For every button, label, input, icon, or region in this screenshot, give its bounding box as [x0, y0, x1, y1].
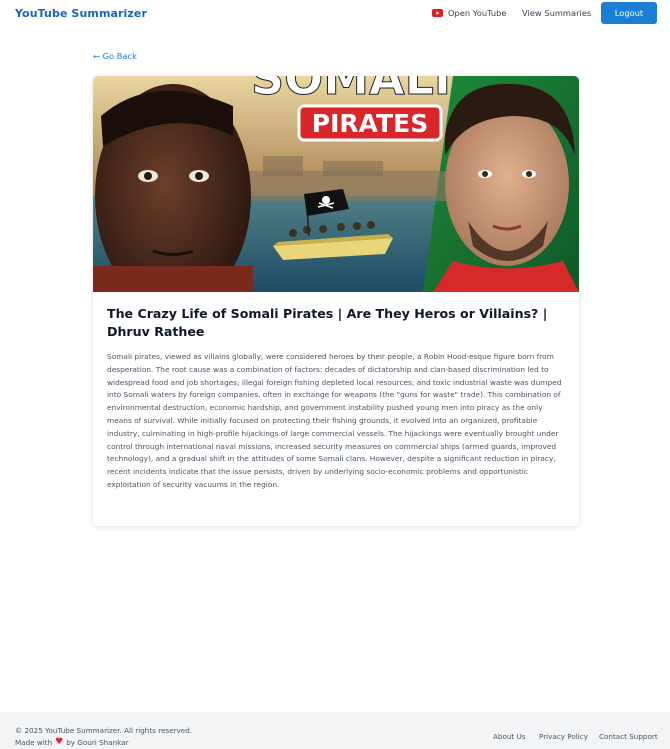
video-title: The Crazy Life of Somali Pirates | Are T…: [107, 306, 548, 339]
video-summary: Somali pirates, viewed as villains globa…: [107, 352, 562, 489]
go-back-link[interactable]: ← Go Back: [93, 51, 137, 61]
svg-text:SOMALI: SOMALI: [251, 76, 451, 105]
top-navbar: YouTube Summarizer Open YouTube View Sum…: [0, 0, 670, 31]
heart-icon: ♥: [55, 737, 64, 747]
made-with-credit: Made with ♥ by Gouri Shankar: [15, 737, 129, 748]
open-youtube-link[interactable]: Open YouTube: [432, 8, 507, 18]
made-with-label: Made with: [15, 738, 53, 747]
video-thumbnail: SOMALI PIRATES: [93, 76, 579, 292]
youtube-icon: [432, 9, 443, 17]
about-us-link[interactable]: About Us: [493, 732, 526, 741]
view-summaries-link[interactable]: View Summaries: [522, 8, 591, 18]
author-credit: by Gouri Shankar: [66, 738, 129, 747]
open-youtube-label: Open YouTube: [448, 8, 507, 18]
copyright-text: © 2025 YouTube Summarizer. All rights re…: [15, 726, 193, 735]
privacy-policy-link[interactable]: Privacy Policy: [539, 732, 588, 741]
page-footer: © 2025 YouTube Summarizer. All rights re…: [0, 712, 670, 749]
contact-support-link[interactable]: Contact Support: [599, 732, 658, 741]
thumbnail-text: PIRATES: [312, 109, 428, 138]
main-content: ← Go Back SOMALI PIRATES The Crazy Life …: [0, 31, 670, 712]
summary-card: SOMALI PIRATES The Crazy Life of Somali …: [93, 76, 579, 526]
logout-button[interactable]: Logout: [601, 2, 657, 24]
brand-title[interactable]: YouTube Summarizer: [15, 7, 147, 20]
